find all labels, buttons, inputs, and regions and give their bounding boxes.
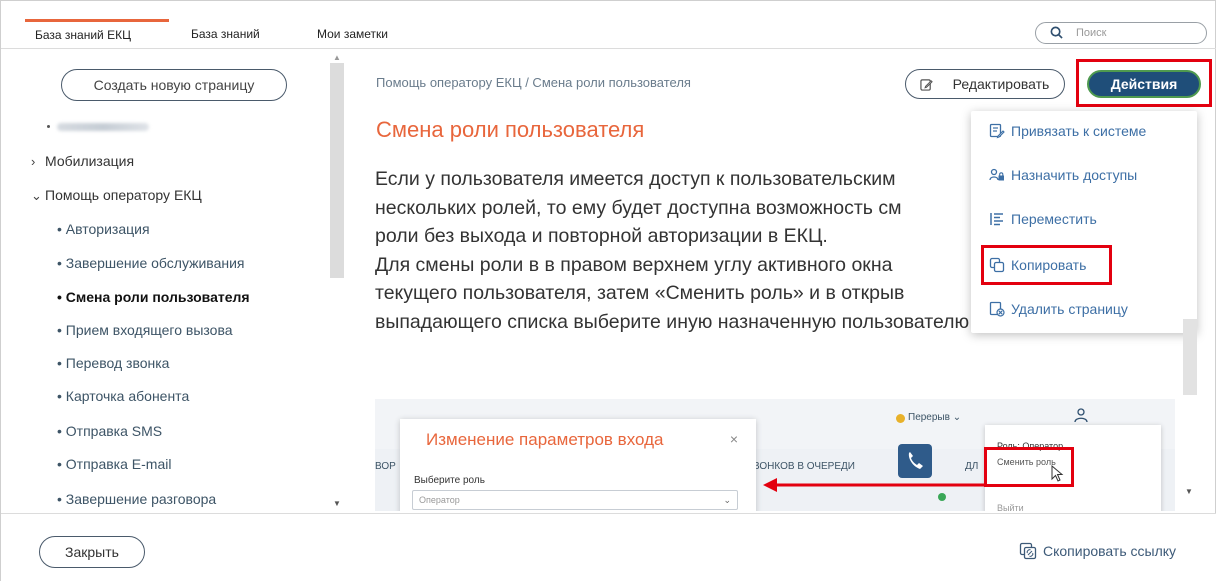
bullet [47, 125, 50, 128]
sidebar-item-role-change[interactable]: • Смена роли пользователя [57, 289, 250, 305]
menu-item-link-system[interactable]: Привязать к системе [989, 123, 1146, 145]
app-window: База знаний ЕКЦ База знаний Мои заметки … [0, 0, 1216, 581]
menu-item-label: Удалить страницу [1011, 301, 1128, 317]
close-icon: × [729, 431, 738, 447]
role-change-dialog: Изменение параметров входа × Выберите ро… [400, 419, 756, 511]
sidebar-item-send-email[interactable]: • Отправка E-mail [57, 456, 171, 472]
pause-status-dot [896, 414, 905, 423]
sidebar-item-label: Мобилизация [45, 153, 135, 169]
tab-knowledge-base[interactable]: База знаний [181, 19, 270, 49]
scroll-up-icon[interactable]: ▲ [333, 53, 341, 62]
blurred-label [57, 123, 149, 131]
sidebar-item-send-sms[interactable]: • Отправка SMS [57, 423, 162, 439]
tab-bar: База знаний ЕКЦ База знаний Мои заметки … [1, 19, 1216, 49]
screenshot-text: ЗВОНКОВ В ОЧЕРЕДИ [747, 461, 855, 472]
sidebar-scroll-thumb[interactable] [330, 63, 344, 278]
arrow-icon [763, 478, 985, 492]
delete-page-icon [989, 301, 1005, 317]
actions-menu: Привязать к системе Назначить доступы Пе… [971, 111, 1197, 333]
scroll-down-icon[interactable]: ▼ [333, 499, 341, 508]
role-select-label: Выберите роль [414, 475, 485, 486]
phone-icon [898, 444, 932, 478]
sidebar-item-authorization[interactable]: • Авторизация [57, 221, 150, 237]
sidebar-item-service-end[interactable]: • Завершение обслуживания [57, 255, 245, 271]
embedded-screenshot: ВОР ЗВОНКОВ В ОЧЕРЕДИ ДЛ Перерыв ⌄ Измен… [375, 399, 1175, 511]
screenshot-text: ВОР [375, 461, 396, 472]
search-placeholder: Поиск [1076, 27, 1107, 39]
copy-link-label: Скопировать ссылку [1043, 543, 1177, 559]
sidebar-item-incoming-call[interactable]: • Прием входящего вызова [57, 322, 233, 338]
sidebar-item-hidden[interactable] [47, 121, 157, 133]
assign-access-icon [989, 168, 1004, 181]
online-status-dot [938, 493, 946, 501]
close-button[interactable]: Закрыть [39, 536, 145, 568]
copy-link-icon [1019, 542, 1037, 560]
role-select: Оператор ⌄ [412, 490, 738, 510]
menu-item-label: Переместить [1011, 211, 1097, 227]
sidebar-item-mobilization[interactable]: › Мобилизация [31, 153, 134, 169]
chevron-right-icon: › [31, 154, 36, 169]
edit-button[interactable]: Редактировать [905, 69, 1065, 99]
scroll-down-icon[interactable]: ▼ [1185, 487, 1193, 496]
screenshot-text: ДЛ [965, 461, 979, 472]
footer: Закрыть Скопировать ссылку [1, 513, 1216, 581]
menu-item-label: Привязать к системе [1011, 123, 1147, 139]
breadcrumb[interactable]: Помощь оператору ЕКЦ / Смена роли пользо… [376, 75, 691, 90]
sidebar-item-call-transfer[interactable]: • Перевод звонка [57, 355, 169, 371]
link-system-icon [989, 123, 1005, 139]
sidebar: Создать новую страницу › Мобилизация ⌄ Пом… [25, 51, 343, 513]
sidebar-item-label: Помощь оператору ЕКЦ [45, 187, 202, 203]
search-input[interactable]: Поиск [1035, 22, 1207, 44]
role-select-value: Оператор [419, 495, 460, 505]
sidebar-item-call-end[interactable]: • Завершение разговора [57, 491, 216, 507]
search-icon [1050, 26, 1063, 39]
copy-highlight [981, 245, 1112, 285]
edit-button-label: Редактировать [952, 76, 1050, 92]
sidebar-item-operator-help[interactable]: ⌄ Помощь оператору ЕКЦ [31, 187, 202, 204]
copy-link-button[interactable]: Скопировать ссылку [1019, 542, 1176, 560]
menu-item-label: Назначить доступы [1011, 167, 1138, 183]
cursor-icon [1051, 465, 1064, 482]
content-scrollbar[interactable]: ▼ [1183, 51, 1197, 513]
sidebar-item-subscriber-card[interactable]: • Карточка абонента [57, 388, 189, 404]
chevron-down-icon: ⌄ [723, 495, 731, 505]
content-scroll-thumb[interactable] [1183, 319, 1197, 395]
tab-my-notes[interactable]: Мои заметки [307, 19, 398, 49]
create-page-button[interactable]: Создать новую страницу [61, 69, 287, 101]
dialog-title: Изменение параметров входа [426, 430, 664, 449]
menu-item-assign-access[interactable]: Назначить доступы [989, 167, 1137, 189]
menu-item-move[interactable]: Переместить [989, 211, 1097, 233]
page-title: Смена роли пользователя [376, 117, 645, 142]
tab-ekc-knowledge-base[interactable]: База знаний ЕКЦ [25, 19, 169, 49]
sidebar-scrollbar[interactable]: ▲ ▼ [330, 53, 344, 509]
move-icon [990, 213, 1003, 226]
menu-item-delete-page[interactable]: Удалить страницу [989, 301, 1128, 323]
user-menu-exit: Выйти [997, 503, 1024, 511]
edit-icon [920, 79, 933, 91]
chevron-down-icon: ⌄ [31, 188, 42, 203]
screenshot-text: Перерыв ⌄ [908, 412, 962, 423]
user-icon [1074, 408, 1088, 423]
